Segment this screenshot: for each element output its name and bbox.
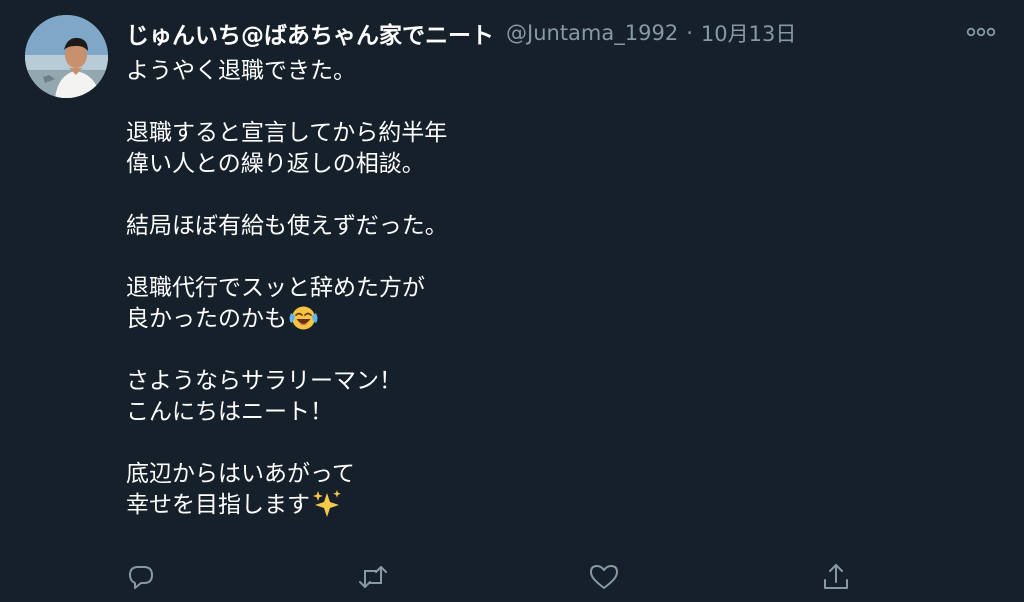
tweet-line: さようならサラリーマン！ <box>126 368 402 394</box>
reply-icon[interactable] <box>124 560 158 594</box>
tweet-date[interactable]: 10月13日 <box>701 18 796 48</box>
heart-icon[interactable] <box>587 560 621 594</box>
tweet-line-with-emoji: 幸せを目指します <box>126 490 946 521</box>
user-handle[interactable]: @Juntama_1992 <box>506 21 678 45</box>
separator-dot: · <box>686 21 693 45</box>
tweet-line: 底辺からはいあがって <box>126 461 355 487</box>
more-horizontal-icon[interactable] <box>966 22 996 42</box>
tweet-actions <box>0 556 1024 596</box>
avatar[interactable] <box>25 15 108 98</box>
tweet-line: 退職代行でスッと辞めた方が <box>126 275 425 301</box>
tweet: じゅんいち@ばあちゃん家でニート @Juntama_1992 · 10月13日 … <box>0 0 1024 602</box>
sparkles-emoji <box>311 490 342 517</box>
tweet-line: 偉い人との繰り返しの相談。 <box>126 151 425 177</box>
tweet-line: こんにちはニート！ <box>126 399 333 425</box>
share-icon[interactable] <box>819 560 853 594</box>
tweet-line-with-emoji: 良かったのかも <box>126 304 946 335</box>
face-with-tears-of-joy-emoji <box>288 304 319 331</box>
display-name[interactable]: じゅんいち@ばあちゃん家でニート <box>126 16 494 50</box>
avatar-photo <box>25 15 108 98</box>
tweet-line: 退職すると宣言してから約半年 <box>126 120 448 146</box>
tweet-header: じゅんいち@ばあちゃん家でニート @Juntama_1992 · 10月13日 <box>126 16 796 50</box>
retweet-icon[interactable] <box>356 560 390 594</box>
tweet-line-text: 幸せを目指します <box>126 492 310 518</box>
tweet-text: ようやく退職できた。 退職すると宣言してから約半年 偉い人との繰り返しの相談。 … <box>126 56 946 521</box>
tweet-line-text: 良かったのかも <box>126 306 287 332</box>
tweet-line: ようやく退職できた。 <box>126 58 356 84</box>
tweet-line: 結局ほぼ有給も使えずだった。 <box>126 213 448 239</box>
